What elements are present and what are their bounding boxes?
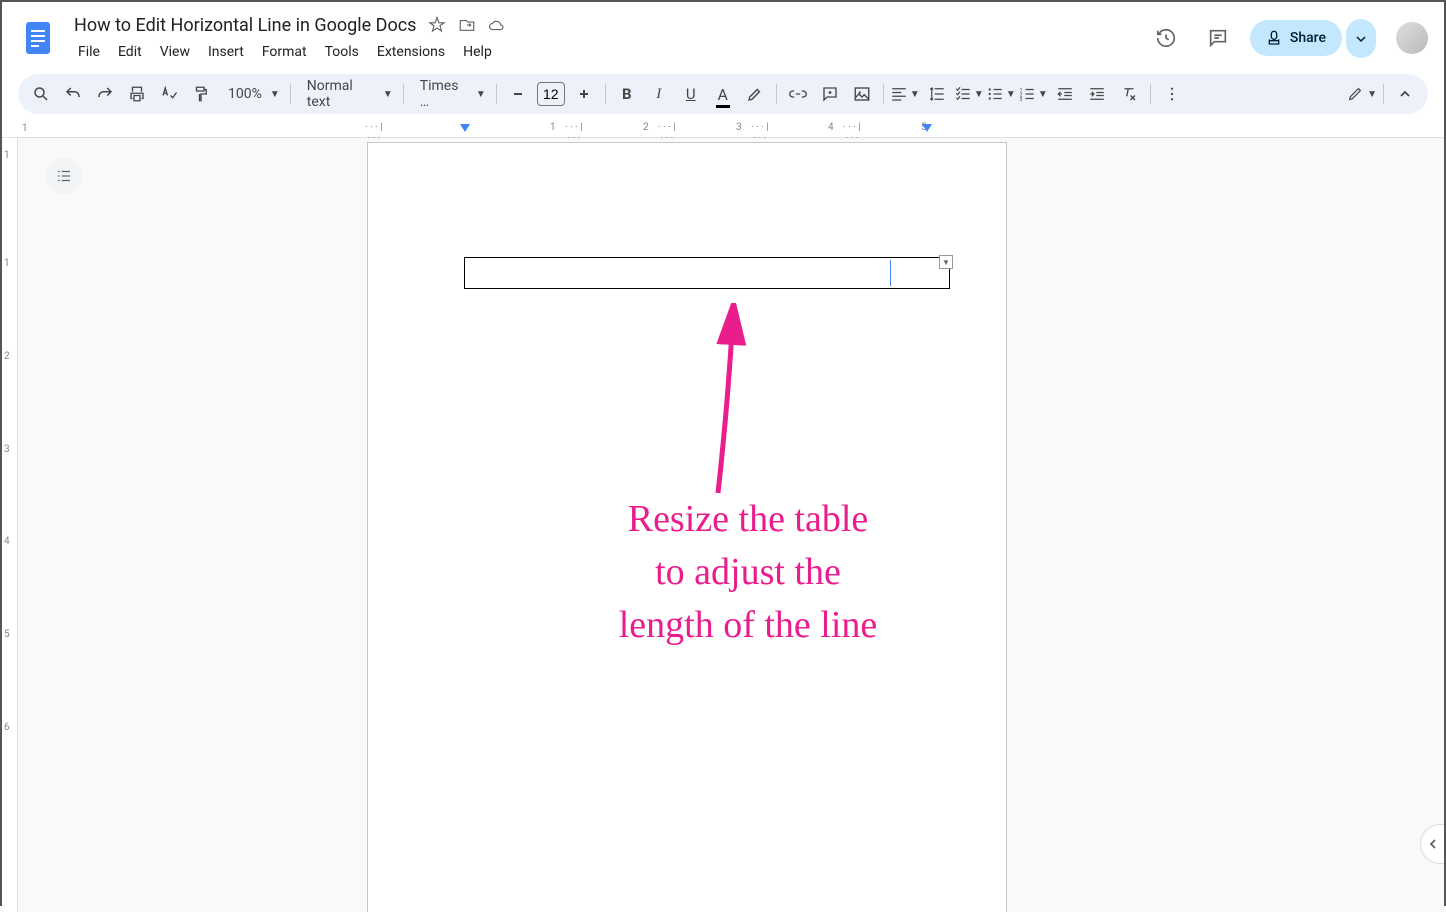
menu-extensions[interactable]: Extensions — [369, 40, 453, 64]
undo-icon[interactable] — [58, 79, 88, 109]
outline-toggle-icon[interactable] — [46, 158, 82, 194]
highlight-color-icon[interactable] — [740, 79, 770, 109]
menu-view[interactable]: View — [152, 40, 198, 64]
menu-help[interactable]: Help — [455, 40, 500, 64]
star-icon[interactable] — [428, 16, 446, 34]
decrease-indent-icon[interactable] — [1050, 79, 1080, 109]
more-icon[interactable] — [1157, 79, 1187, 109]
increase-font-size-icon[interactable] — [569, 79, 599, 109]
docs-logo[interactable] — [18, 18, 58, 58]
zoom-dropdown[interactable]: 100%▼ — [218, 86, 284, 102]
underline-icon[interactable]: U — [676, 79, 706, 109]
line-spacing-icon[interactable] — [922, 79, 952, 109]
cloud-icon[interactable] — [488, 16, 506, 34]
document-page[interactable]: ▼ Resize the table to adjust the length … — [367, 142, 1007, 912]
user-avatar[interactable] — [1396, 22, 1428, 54]
table-options-handle-icon[interactable]: ▼ — [939, 255, 953, 269]
vertical-ruler[interactable]: 1 1 2 3 4 5 6 — [2, 138, 18, 912]
annotation-arrow-icon — [688, 303, 768, 503]
side-panel-toggle-icon[interactable] — [1420, 824, 1444, 864]
ruler-indent-left-icon[interactable] — [460, 124, 470, 132]
increase-indent-icon[interactable] — [1082, 79, 1112, 109]
menu-bar: File Edit View Insert Format Tools Exten… — [66, 40, 1138, 64]
print-icon[interactable] — [122, 79, 152, 109]
text-color-icon[interactable]: A — [708, 79, 738, 109]
move-icon[interactable] — [458, 16, 476, 34]
italic-icon[interactable]: I — [644, 79, 674, 109]
annotation-text: Resize the table to adjust the length of… — [528, 493, 968, 653]
bulleted-list-icon[interactable]: ▼ — [986, 79, 1016, 109]
text-cursor — [890, 260, 891, 286]
table-cell[interactable]: ▼ — [464, 257, 950, 289]
align-icon[interactable]: ▼ — [890, 79, 920, 109]
bold-icon[interactable]: B — [612, 79, 642, 109]
spellcheck-icon[interactable] — [154, 79, 184, 109]
svg-text:3: 3 — [1019, 97, 1022, 103]
menu-file[interactable]: File — [70, 40, 108, 64]
share-dropdown-caret[interactable] — [1346, 19, 1376, 58]
menu-tools[interactable]: Tools — [317, 40, 367, 64]
collapse-toolbar-icon[interactable] — [1390, 79, 1420, 109]
add-comment-icon[interactable] — [815, 79, 845, 109]
insert-link-icon[interactable] — [783, 79, 813, 109]
menu-insert[interactable]: Insert — [200, 40, 252, 64]
decrease-font-size-icon[interactable] — [503, 79, 533, 109]
history-icon[interactable] — [1146, 18, 1186, 58]
insert-image-icon[interactable] — [847, 79, 877, 109]
horizontal-ruler[interactable]: 1 · · · | · · · 1 · · · | · · · 2 · · · … — [2, 122, 1444, 138]
font-size-input[interactable] — [537, 82, 565, 106]
font-dropdown[interactable]: Times …▼ — [410, 78, 490, 110]
document-title[interactable]: How to Edit Horizontal Line in Google Do… — [70, 13, 420, 38]
ruler-indent-right-icon[interactable] — [922, 124, 932, 132]
clear-formatting-icon[interactable] — [1114, 79, 1144, 109]
style-dropdown[interactable]: Normal text▼ — [297, 78, 397, 110]
menu-edit[interactable]: Edit — [110, 40, 150, 64]
checklist-icon[interactable]: ▼ — [954, 79, 984, 109]
redo-icon[interactable] — [90, 79, 120, 109]
comments-icon[interactable] — [1198, 18, 1238, 58]
search-icon[interactable] — [26, 79, 56, 109]
menu-format[interactable]: Format — [254, 40, 315, 64]
app-header: How to Edit Horizontal Line in Google Do… — [2, 2, 1444, 66]
editing-mode-icon[interactable]: ▼ — [1347, 79, 1377, 109]
paint-format-icon[interactable] — [186, 79, 216, 109]
share-button[interactable]: Share — [1250, 20, 1342, 56]
toolbar: 100%▼ Normal text▼ Times …▼ B I U A ▼ ▼ … — [18, 74, 1428, 114]
document-canvas: ▼ Resize the table to adjust the length … — [18, 138, 1444, 912]
share-label: Share — [1290, 30, 1326, 46]
numbered-list-icon[interactable]: 123▼ — [1018, 79, 1048, 109]
